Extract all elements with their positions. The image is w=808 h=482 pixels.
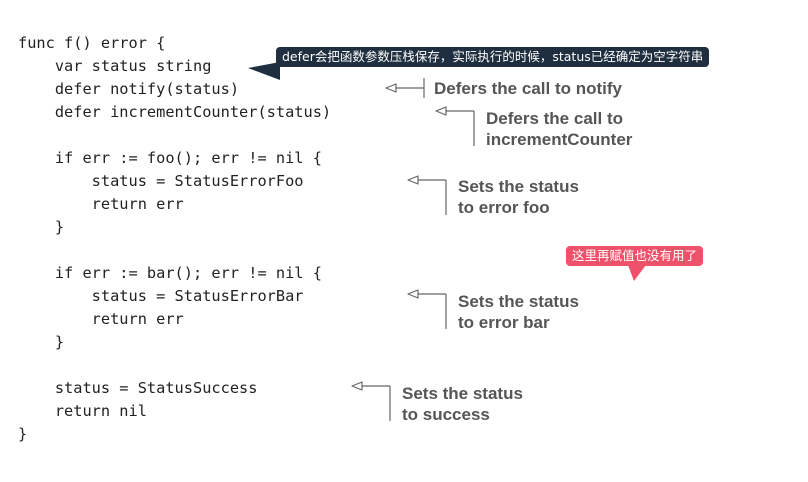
defer-note-callout-tail (248, 62, 280, 80)
annotation-error-bar: Sets the status to error bar (458, 292, 579, 332)
defer-note-callout: defer会把函数参数压栈保存，实际执行的时候，status已经确定为空字符串 (276, 47, 710, 67)
arrow-error-foo (407, 175, 447, 215)
arrow-error-bar (407, 289, 447, 329)
useless-note-callout: 这里再赋值也没有用了 (566, 246, 704, 266)
arrow-success (351, 381, 391, 421)
arrow-defer-increment (435, 106, 475, 146)
annotation-defer-increment: Defers the call to incrementCounter (486, 109, 633, 149)
annotation-error-foo: Sets the status to error foo (458, 177, 579, 217)
annotation-defer-notify: Defers the call to notify (434, 79, 622, 98)
useless-note-callout-tail (628, 265, 646, 281)
annotation-success: Sets the status to success (402, 384, 523, 424)
arrow-defer-notify (385, 78, 425, 98)
